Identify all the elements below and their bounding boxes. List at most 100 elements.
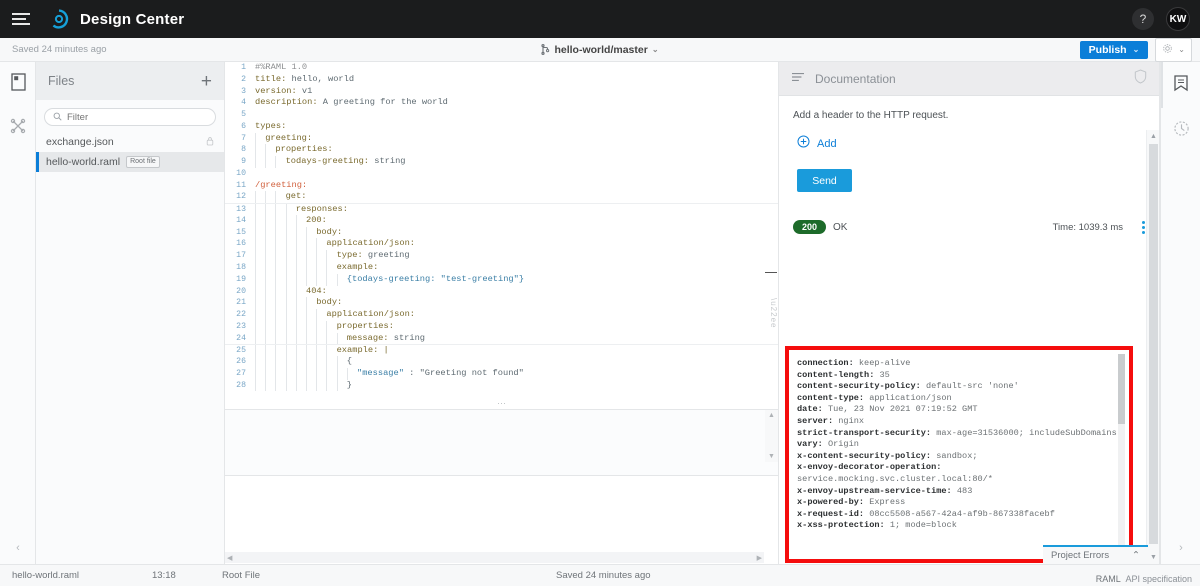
- scroll-down-arrow[interactable]: ▼: [1150, 554, 1157, 561]
- code-line[interactable]: 6 types:: [225, 121, 778, 133]
- code-line[interactable]: 5: [225, 109, 778, 121]
- more-vertical-icon[interactable]: [1142, 220, 1145, 234]
- branch-icon: [541, 44, 550, 55]
- code-line[interactable]: 10: [225, 168, 778, 180]
- response-headers-list[interactable]: connection: keep-alive content-length: 35…: [789, 350, 1129, 559]
- code-line[interactable]: 19 {todays-greeting: "test-greeting"}: [225, 273, 778, 286]
- status-cursor-position: 13:18: [152, 570, 176, 581]
- code-line[interactable]: 16 application/json:: [225, 238, 778, 251]
- add-file-icon[interactable]: +: [201, 72, 212, 91]
- editor-vertical-scrollbar[interactable]: ▲ ▼: [765, 410, 778, 462]
- response-header-name: x-envoy-upstream-service-time:: [797, 485, 952, 496]
- indent-guide: [295, 262, 297, 274]
- indent-guide: [265, 309, 267, 321]
- code-line[interactable]: 21 body:: [225, 297, 778, 310]
- help-icon[interactable]: ?: [1132, 8, 1154, 30]
- avatar[interactable]: KW: [1166, 7, 1190, 31]
- scroll-right-arrow[interactable]: ▶: [757, 554, 762, 562]
- code-line[interactable]: 11/greeting:: [225, 180, 778, 192]
- indent-guide: [275, 345, 277, 357]
- indent-guide: [285, 320, 287, 333]
- code-line[interactable]: 9 todays-greeting: string: [225, 156, 778, 168]
- sub-bar-actions: Publish ⌄ ⌄: [1079, 37, 1192, 62]
- line-number: 3: [241, 86, 246, 96]
- code-line[interactable]: 17 type: greeting: [225, 250, 778, 263]
- indent-guide: [255, 320, 256, 333]
- code-text: responses:: [295, 204, 348, 215]
- code-line[interactable]: 22 application/json:: [225, 309, 778, 321]
- indent-guide: [306, 345, 307, 357]
- indent-guide: [326, 345, 328, 357]
- collapse-left-panel-button[interactable]: ‹: [0, 538, 36, 558]
- indent-guide: [255, 144, 256, 157]
- rail-item-dependencies[interactable]: [0, 106, 36, 150]
- editor-horizontal-scrollbar[interactable]: ◀ ▶: [225, 552, 764, 563]
- list-icon[interactable]: [791, 70, 805, 88]
- code-line[interactable]: 14 200:: [225, 214, 778, 227]
- code-line[interactable]: 20 404:: [225, 285, 778, 298]
- publish-button[interactable]: Publish ⌄: [1079, 40, 1149, 59]
- editor-split-handle[interactable]: [765, 272, 777, 273]
- code-line[interactable]: 27 "message" : "Greeting not found": [225, 367, 778, 380]
- code-line[interactable]: 24 message: string: [225, 332, 778, 345]
- code-line[interactable]: 15 body:: [225, 226, 778, 239]
- indent-guide: [316, 309, 318, 321]
- code-text: #%RAML 1.0: [255, 62, 308, 72]
- response-header-line: strict-transport-security: max-age=31536…: [797, 428, 1129, 440]
- code-line[interactable]: 4 description: A greeting for the world: [225, 97, 778, 109]
- indent-guide: [255, 285, 256, 298]
- mulesoft-logo-icon: [48, 8, 70, 30]
- code-line[interactable]: 1 #%RAML 1.0: [225, 62, 778, 74]
- expand-right-panel-button[interactable]: ›: [1161, 538, 1200, 558]
- filter-input[interactable]: [67, 111, 197, 123]
- send-button[interactable]: Send: [797, 169, 852, 192]
- code-line[interactable]: 28}: [225, 379, 778, 392]
- response-header-value: 483: [951, 485, 973, 496]
- scroll-left-arrow[interactable]: ◀: [227, 554, 232, 562]
- code-line[interactable]: 18 example:: [225, 262, 778, 274]
- code-text: properties:: [275, 144, 333, 155]
- indent-guide: [336, 356, 338, 368]
- rail-item-bookmarks[interactable]: [1161, 62, 1200, 108]
- indent-guide: [295, 356, 297, 368]
- editor-resize-dots[interactable]: \u22ee: [769, 298, 778, 328]
- hamburger-icon[interactable]: [12, 12, 30, 26]
- code-line[interactable]: 3 version: v1: [225, 86, 778, 98]
- code-line[interactable]: 8 properties:: [225, 144, 778, 157]
- code-line[interactable]: 26 {: [225, 356, 778, 368]
- code-editor[interactable]: 1 #%RAML 1.0 2 title: hello, world 3 version:…: [225, 62, 779, 564]
- indent-guide: [275, 273, 277, 286]
- documentation-scrollbar[interactable]: ▲ ▼: [1146, 130, 1159, 564]
- publish-label: Publish: [1088, 43, 1127, 56]
- code-lines[interactable]: 1 #%RAML 1.0 2 title: hello, world 3 version:…: [225, 62, 778, 400]
- code-line[interactable]: 23 properties:: [225, 320, 778, 333]
- scroll-up-arrow[interactable]: ▲: [1150, 133, 1157, 140]
- code-line[interactable]: 13 responses:: [225, 203, 778, 215]
- filter-box[interactable]: [44, 108, 216, 126]
- project-errors-tab[interactable]: Project Errors ⌃: [1043, 545, 1148, 564]
- code-line[interactable]: 25 example: |: [225, 344, 778, 357]
- code-line[interactable]: 7 greeting:: [225, 132, 778, 145]
- file-row-exchange[interactable]: exchange.json: [36, 132, 224, 152]
- response-header-value: 08cc5508-a567-42a4-af9b-867338facebf: [864, 508, 1055, 519]
- branch-selector[interactable]: hello-world/master ⌄: [490, 44, 710, 56]
- line-number: 24: [236, 333, 246, 343]
- indent-guide: [306, 309, 307, 321]
- code-text: greeting:: [265, 132, 313, 143]
- settings-button[interactable]: ⌄: [1155, 37, 1192, 62]
- add-header-button[interactable]: Add: [797, 135, 1159, 153]
- shield-icon[interactable]: [1134, 68, 1147, 89]
- rail-item-files[interactable]: [0, 62, 36, 106]
- headers-scroll-thumb[interactable]: [1118, 354, 1125, 424]
- file-row-hello-world[interactable]: hello-world.raml Root file: [36, 152, 224, 172]
- scroll-up-arrow[interactable]: ▲: [768, 412, 775, 419]
- line-number: 16: [236, 239, 246, 249]
- rail-item-history[interactable]: [1161, 108, 1200, 154]
- code-line[interactable]: 12 get:: [225, 191, 778, 204]
- scroll-down-arrow[interactable]: ▼: [768, 453, 775, 460]
- code-text: body:: [316, 297, 343, 308]
- headers-scrollbar[interactable]: [1118, 354, 1125, 555]
- documentation-scroll-thumb[interactable]: [1149, 144, 1158, 544]
- indent-guide: [265, 238, 267, 251]
- code-line[interactable]: 2 title: hello, world: [225, 74, 778, 86]
